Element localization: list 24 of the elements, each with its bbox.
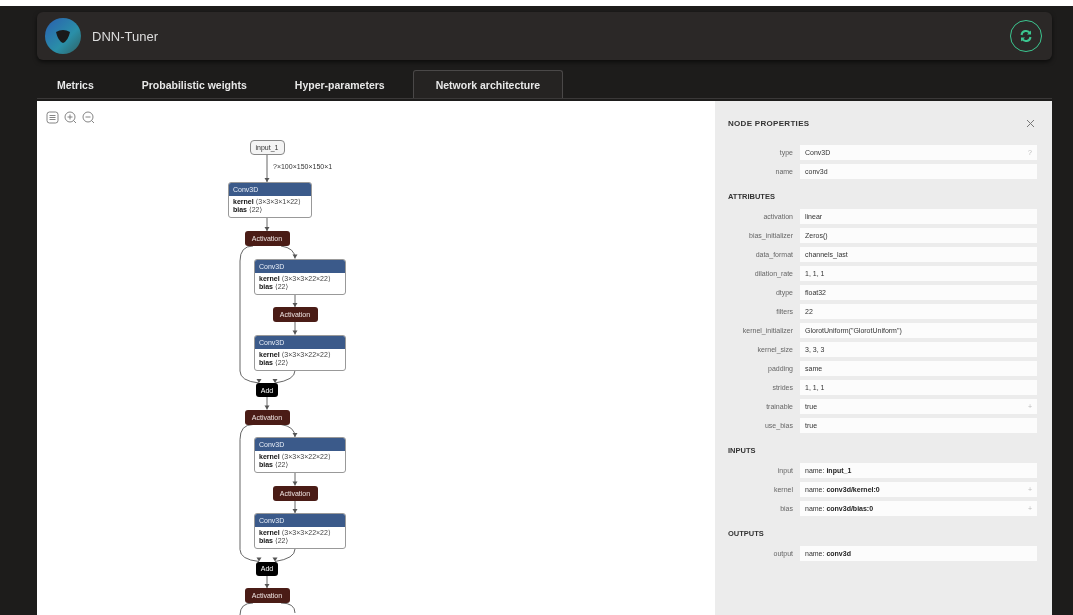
- tab[interactable]: Probabilistic weights: [121, 70, 267, 98]
- zoom-out-icon[interactable]: [82, 111, 95, 124]
- connector-arrow: [292, 500, 298, 514]
- connector-arrow: [280, 424, 298, 438]
- connector-arrow: [264, 575, 270, 589]
- connector-arrow: [292, 321, 298, 335]
- zoom-in-icon[interactable]: [64, 111, 77, 124]
- tab[interactable]: Network architecture: [412, 70, 564, 98]
- connector-arrow: [280, 245, 298, 259]
- refresh-icon: [1019, 29, 1033, 43]
- connector-arrow: [272, 548, 296, 562]
- connector-line: [239, 602, 296, 615]
- list-icon[interactable]: [46, 111, 59, 124]
- panel-title: NODE PROPERTIES: [728, 118, 810, 128]
- app-title: DNN-Tuner: [92, 28, 158, 44]
- logo-icon: [44, 17, 82, 55]
- connector-arrow: [264, 396, 270, 410]
- connector-arrow: [292, 472, 298, 486]
- tab[interactable]: Metrics: [37, 70, 114, 98]
- connector-arrow: [264, 154, 270, 183]
- connector-arrow: [292, 294, 298, 308]
- tab[interactable]: Hyper-parameters: [274, 70, 405, 98]
- connector-arrow: [272, 370, 296, 384]
- close-icon: [1026, 118, 1035, 128]
